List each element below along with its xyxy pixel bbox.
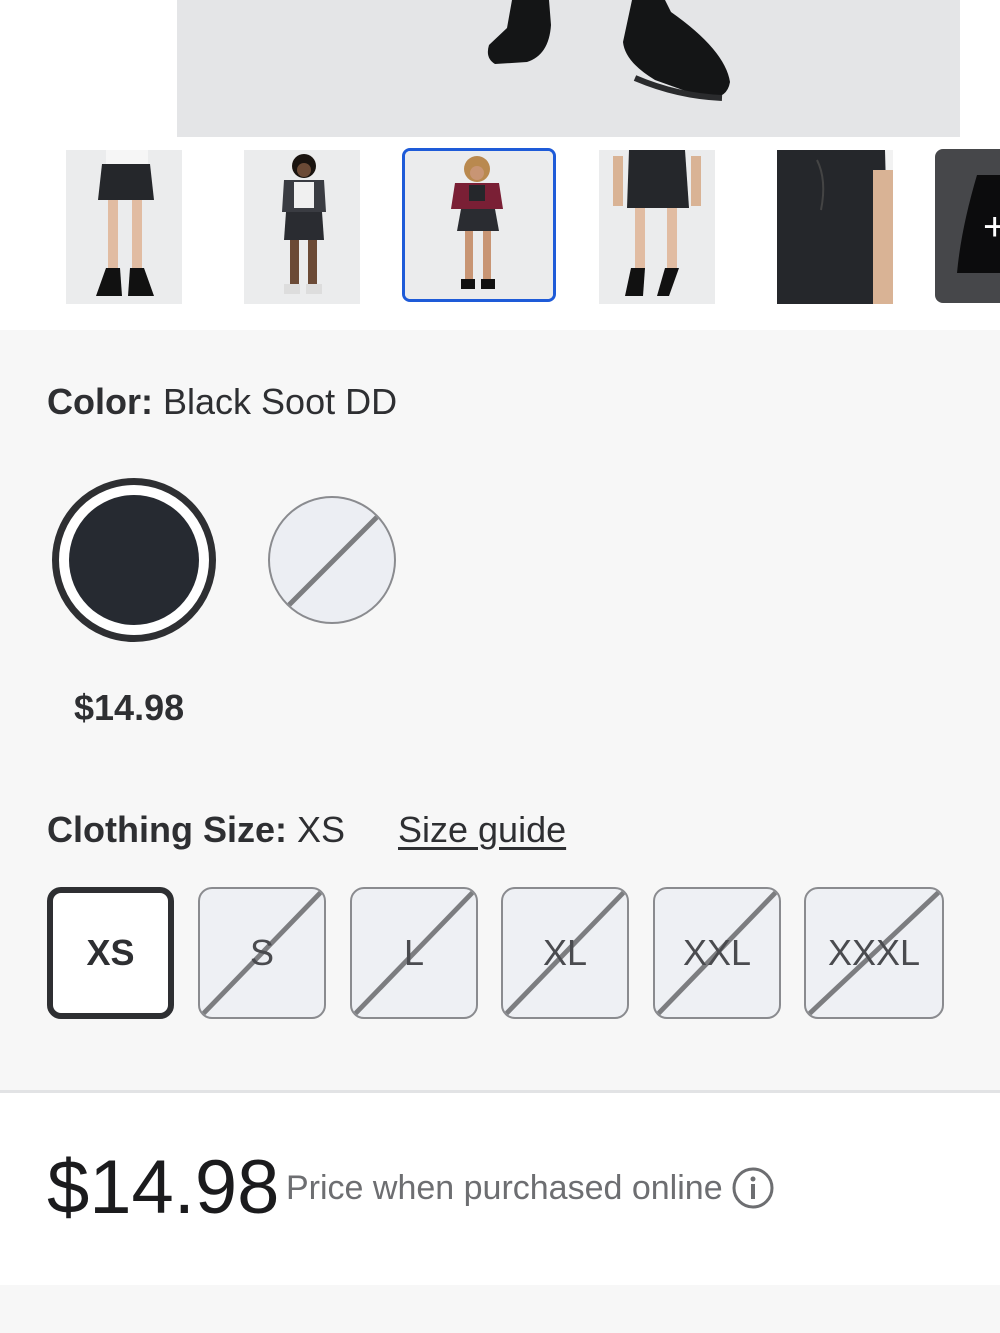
size-label: Clothing Size: (47, 809, 287, 850)
price-note: Price when purchased online (286, 1169, 723, 1207)
product-main-image[interactable] (177, 0, 960, 137)
swatch-price: $14.98 (74, 687, 185, 728)
size-option-label: XL (542, 932, 588, 973)
color-swatch-unavailable[interactable] (268, 496, 396, 624)
thumbnail-strip: + (0, 148, 1000, 306)
size-option-label: L (403, 932, 425, 973)
size-option-label: XXXL (827, 932, 921, 973)
thumbnail-5[interactable] (777, 150, 893, 304)
size-value: XS (297, 809, 346, 850)
thumbnail-1[interactable] (66, 150, 182, 304)
size-option-label: S (249, 932, 274, 973)
color-selection-label: Color: Black Soot DD (47, 380, 397, 424)
size-option-xs[interactable]: XS (47, 887, 174, 1019)
size-option-xl[interactable]: XL (501, 887, 629, 1019)
swatch-fill (69, 495, 199, 625)
color-value: Black Soot DD (163, 381, 398, 422)
size-option-xxxl[interactable]: XXXL (804, 887, 944, 1019)
size-option-label: XS (86, 932, 135, 973)
thumbnail-4[interactable] (599, 150, 715, 304)
plus-icon: + (983, 205, 1000, 249)
product-media-area: + (0, 0, 1000, 330)
more-images-thumbnail[interactable]: + (935, 149, 1000, 303)
size-selection-label: Clothing Size: XS (47, 808, 345, 852)
info-icon[interactable] (731, 1166, 775, 1210)
size-option-l[interactable]: L (350, 887, 478, 1019)
product-price: $14.98 (47, 1145, 280, 1230)
size-option-xxl[interactable]: XXL (653, 887, 781, 1019)
thumbnail-2[interactable] (244, 150, 360, 304)
size-guide-link[interactable]: Size guide (398, 808, 566, 852)
color-label: Color: (47, 381, 153, 422)
size-option-label: XXL (682, 932, 752, 973)
color-swatch-black-soot[interactable] (52, 478, 216, 642)
size-option-s[interactable]: S (198, 887, 326, 1019)
thumbnail-3-selected[interactable] (402, 148, 556, 302)
